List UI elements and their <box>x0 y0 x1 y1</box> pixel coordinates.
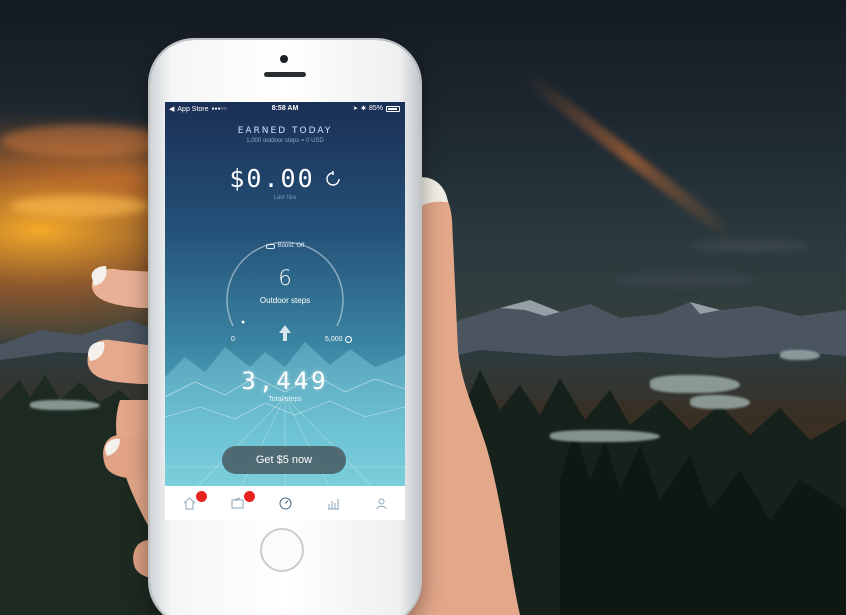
front-camera <box>280 55 288 63</box>
home-icon <box>183 496 195 509</box>
snow-patch <box>550 430 660 442</box>
tab-profile[interactable] <box>369 491 393 515</box>
total-steps-value: 3,449 <box>241 367 329 395</box>
cloud <box>690 240 810 252</box>
battery-percent: 85% <box>368 105 383 112</box>
home-button[interactable] <box>260 528 304 572</box>
stats-icon <box>327 498 339 509</box>
boost-label: Boost: Off <box>277 243 305 249</box>
snow-patch <box>780 350 820 360</box>
boost-icon <box>265 243 275 249</box>
gauge-scale-max: 5,000 <box>325 336 343 343</box>
photo-scene: ◀ App Store ●●●○○ 8:58 AM ➤ ✱ 85% EARNED… <box>0 0 846 615</box>
tab-wallet[interactable] <box>225 491 255 515</box>
battery-icon <box>386 105 400 112</box>
earned-subtitle: 1,000 outdoor steps = 0 USD <box>246 138 324 144</box>
boost-status[interactable]: Boost: Off <box>165 243 405 249</box>
speedometer-icon <box>279 497 291 509</box>
status-right: ➤ ✱ 85% <box>353 105 400 112</box>
outdoor-steps-value: 6 <box>278 266 292 290</box>
tab-stats[interactable] <box>321 491 345 515</box>
snow-patch <box>650 375 740 393</box>
wallet-icon <box>231 497 243 508</box>
notification-badge <box>196 491 207 502</box>
snow-patch <box>690 395 750 409</box>
arrow-up-icon <box>279 325 291 341</box>
tab-bar <box>165 486 405 520</box>
tab-speedometer[interactable] <box>273 491 297 515</box>
outdoor-steps-label: Outdoor steps <box>259 296 311 305</box>
earned-amount-subtitle: Last hire <box>273 195 297 201</box>
earpiece-speaker <box>264 72 306 77</box>
profile-icon <box>376 498 386 509</box>
gauge-scale-max-row: 5,000 <box>325 336 352 343</box>
total-steps-label: Total steps <box>268 396 302 403</box>
bluetooth-icon: ✱ <box>360 106 366 112</box>
cloud <box>0 125 170 157</box>
refresh-icon[interactable] <box>325 170 341 187</box>
info-icon[interactable] <box>344 336 352 343</box>
earned-title: EARNED TODAY <box>237 126 333 136</box>
earned-amount-row: $0.00 <box>165 164 405 193</box>
get-reward-button[interactable]: Get $5 now <box>222 446 346 474</box>
cloud <box>610 272 760 288</box>
app-screen: ◀ App Store ●●●○○ 8:58 AM ➤ ✱ 85% EARNED… <box>165 102 405 520</box>
notification-badge <box>244 491 255 502</box>
status-bar: ◀ App Store ●●●○○ 8:58 AM ➤ ✱ 85% <box>165 102 405 116</box>
gauge-scale-min: 0 <box>231 336 235 343</box>
smartphone: ◀ App Store ●●●○○ 8:58 AM ➤ ✱ 85% EARNED… <box>150 40 420 615</box>
earned-amount: $0.00 <box>229 164 315 193</box>
tab-home[interactable] <box>177 491 207 515</box>
location-icon: ➤ <box>352 106 358 112</box>
